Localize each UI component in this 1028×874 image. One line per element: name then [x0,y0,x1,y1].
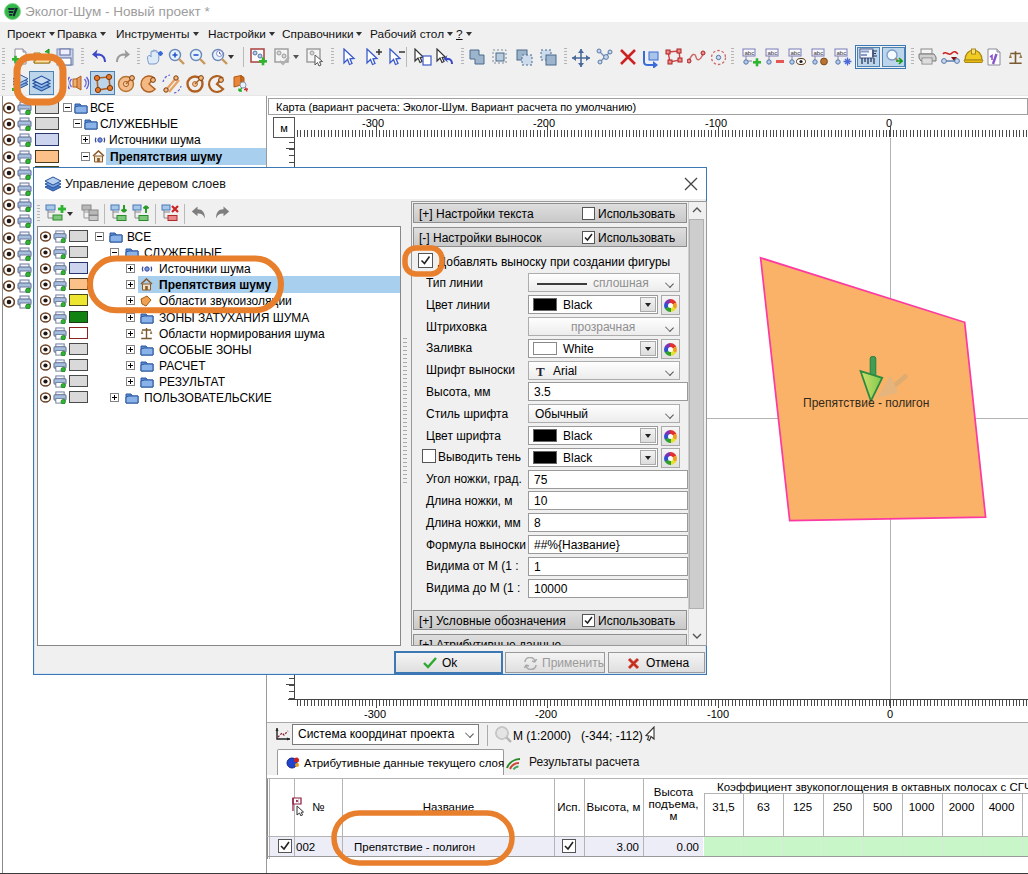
svg-text:abc: abc [745,50,755,56]
svg-text:abc: abc [837,50,847,56]
svg-text:abc: abc [814,50,824,56]
svg-text:abc: abc [768,50,778,56]
svg-text:abc: abc [791,50,801,56]
